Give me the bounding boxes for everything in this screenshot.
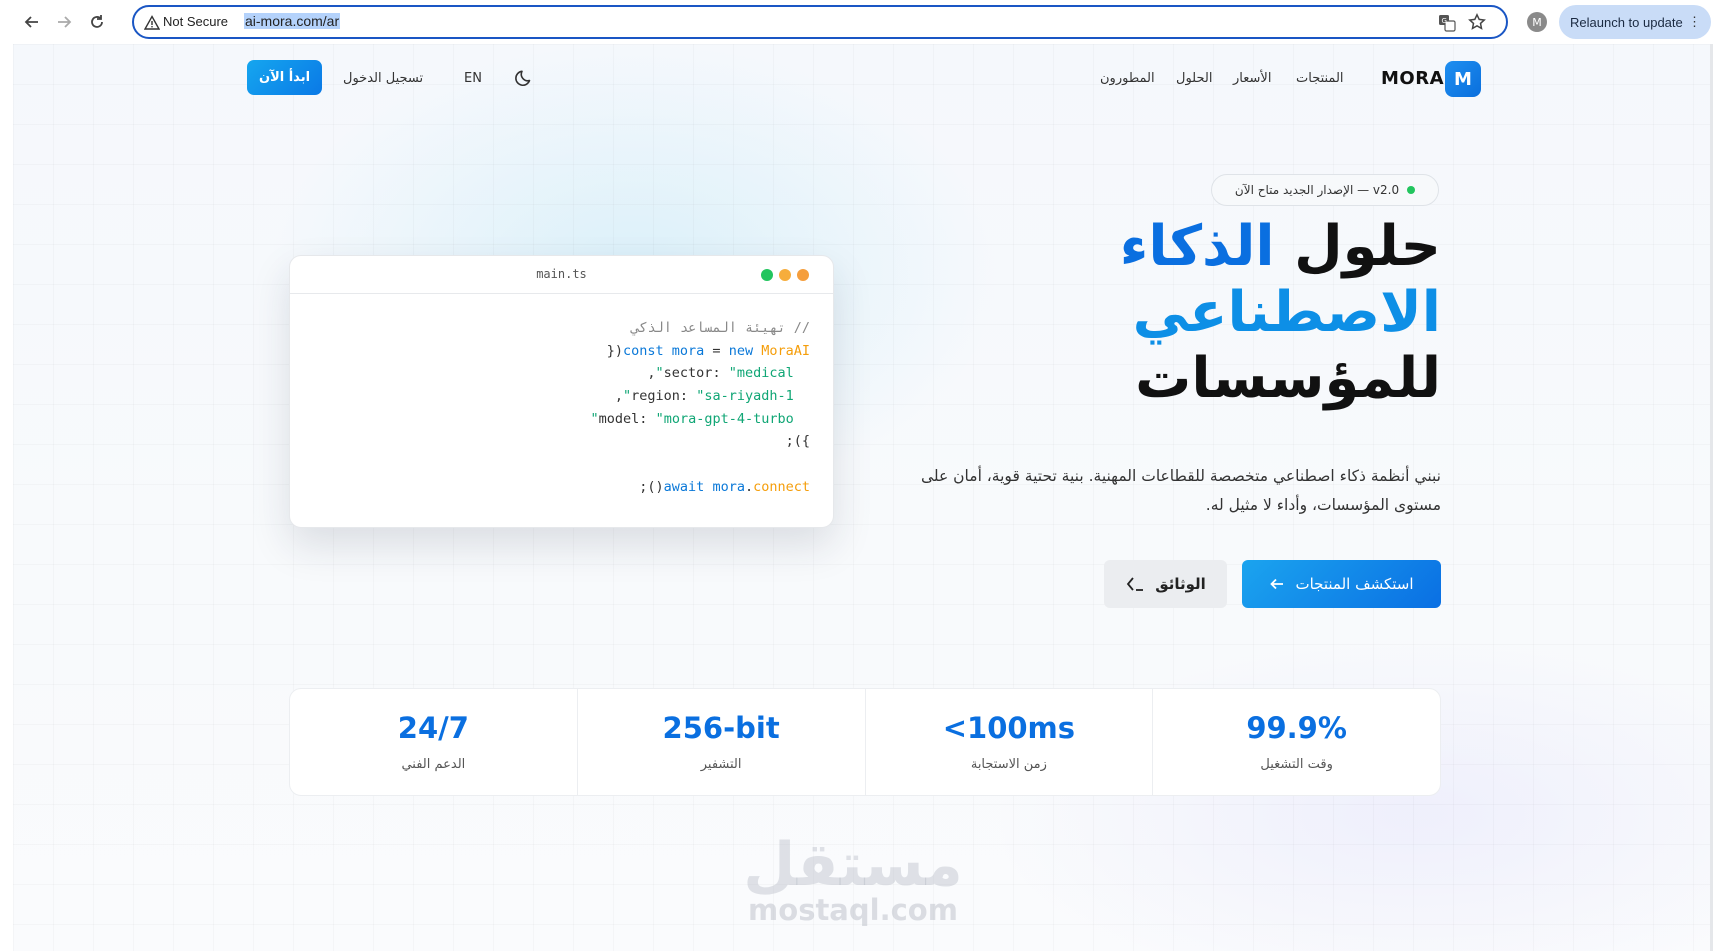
login-link[interactable]: تسجيل الدخول	[343, 71, 423, 86]
code-card-header: main.ts	[290, 256, 833, 294]
docs-label: الوثائق	[1155, 575, 1206, 593]
hero-description: نبني أنظمة ذكاء اصطناعي متخصصة للقطاعات …	[920, 467, 1441, 514]
code-filename: main.ts	[536, 267, 587, 281]
window-dot-green	[761, 269, 773, 281]
window-dot-orange	[797, 269, 809, 281]
explore-products-button[interactable]: استكشف المنتجات	[1242, 560, 1441, 608]
stat-uptime: 99.9% وقت التشغيل	[1152, 689, 1440, 795]
menu-kebab-icon[interactable]: ⋮	[1688, 14, 1701, 30]
background-grid	[13, 44, 1713, 951]
stat-response-time: <100ms زمن الاستجابة	[864, 689, 1153, 795]
stat-label: التشفير	[700, 757, 742, 772]
code-line-6: });	[785, 433, 810, 450]
code-line-8: await mora.connect ();	[591, 476, 810, 499]
code-token: await	[663, 478, 705, 495]
terminal-icon	[1127, 577, 1144, 591]
code-line-2: const mora = new MoraAI ({	[591, 340, 810, 363]
scrollbar-track[interactable]	[1710, 44, 1713, 951]
start-now-button[interactable]: ابدأ الآن	[247, 60, 322, 95]
code-line-comment: // تهيئة المساعد الذكي	[631, 320, 810, 336]
hero-title-word-1: حلول	[1274, 214, 1441, 279]
code-line-4: region: "sa-riyadh-1",	[591, 385, 810, 408]
reload-icon[interactable]	[85, 10, 109, 34]
arrow-left-icon	[1270, 578, 1284, 590]
hero-title-accent-2: الاصطناعي	[1132, 280, 1441, 345]
hero-title: حلول الذكاء الاصطناعي للمؤسسات	[933, 214, 1441, 412]
browser-toolbar: Not Secure ai-mora.com/ar G M Relaunch t…	[0, 0, 1717, 44]
stat-label: وقت التشغيل	[1260, 757, 1333, 772]
stat-value: 24/7	[397, 711, 469, 745]
hero-title-accent-1: الذكاء	[1119, 214, 1275, 279]
window-dot-yellow	[779, 269, 791, 281]
forward-arrow-icon[interactable]	[52, 10, 76, 34]
code-token: const	[623, 342, 664, 359]
url-text[interactable]: ai-mora.com/ar	[244, 13, 341, 29]
code-token: .	[744, 478, 754, 495]
watermark-arabic: مستقل	[743, 830, 963, 900]
stat-value: 99.9%	[1246, 711, 1347, 745]
code-body: // تهيئة المساعد الذكي const mora = new …	[591, 317, 810, 499]
language-switch[interactable]: EN	[464, 71, 482, 86]
stat-value: <100ms	[942, 711, 1076, 745]
nav-developers[interactable]: المطورون	[1100, 71, 1155, 86]
code-preview-card: main.ts // تهيئة المساعد الذكي const mor…	[289, 255, 834, 528]
explore-label: استكشف المنتجات	[1295, 575, 1414, 593]
relaunch-label: Relaunch to update	[1570, 14, 1683, 30]
code-line-3: sector: "medical",	[591, 362, 810, 385]
stat-label: زمن الاستجابة	[970, 757, 1047, 772]
code-token: connect	[753, 478, 810, 495]
code-token: ,	[614, 388, 624, 405]
watermark-latin: mostaql.com	[748, 893, 958, 927]
security-label[interactable]: Not Secure	[163, 14, 228, 29]
nav-products[interactable]: المنتجات	[1296, 71, 1344, 86]
back-arrow-icon[interactable]	[20, 10, 44, 34]
logo-mark[interactable]: M	[1445, 61, 1481, 97]
code-line-5: model: "mora-gpt-4-turbo"	[591, 408, 810, 431]
code-token: MoraAI	[761, 342, 810, 359]
stats-bar: 24/7 الدعم الفني 256-bit التشفير <100ms …	[289, 688, 1441, 796]
moon-icon[interactable]	[514, 68, 534, 88]
stat-encryption: 256-bit التشفير	[576, 689, 865, 795]
code-token: mora	[671, 342, 705, 359]
code-token: new	[728, 342, 754, 359]
page-viewport: M MORA المنتجات الأسعار الحلول المطورون …	[13, 44, 1713, 951]
bookmark-star-icon[interactable]	[1468, 13, 1486, 31]
stat-label: الدعم الفني	[401, 757, 466, 772]
profile-avatar[interactable]: M	[1527, 12, 1547, 32]
status-dot	[1407, 186, 1416, 194]
code-token: =	[704, 342, 729, 359]
code-token: ({	[606, 342, 623, 359]
version-badge: v2.0 — الإصدار الجديد متاح الآن	[1211, 174, 1439, 206]
hero-title-word-3: للمؤسسات	[1135, 346, 1441, 411]
logo-text[interactable]: MORA	[1381, 68, 1444, 89]
svg-text:G: G	[1442, 17, 1447, 25]
nav-pricing[interactable]: الأسعار	[1233, 71, 1271, 86]
code-token: ,	[647, 365, 656, 382]
relaunch-button[interactable]: Relaunch to update ⋮	[1559, 5, 1711, 39]
badge-text: v2.0 — الإصدار الجديد متاح الآن	[1234, 183, 1400, 197]
docs-button[interactable]: الوثائق	[1104, 560, 1227, 608]
stat-support: 24/7 الدعم الفني	[290, 689, 577, 795]
translate-icon[interactable]: G	[1438, 14, 1456, 32]
warning-icon[interactable]	[144, 15, 160, 31]
stat-value: 256-bit	[662, 711, 780, 745]
code-token: ();	[639, 478, 664, 495]
code-token: mora	[712, 478, 745, 495]
address-bar[interactable]: Not Secure ai-mora.com/ar G	[132, 5, 1508, 39]
nav-solutions[interactable]: الحلول	[1176, 71, 1212, 86]
